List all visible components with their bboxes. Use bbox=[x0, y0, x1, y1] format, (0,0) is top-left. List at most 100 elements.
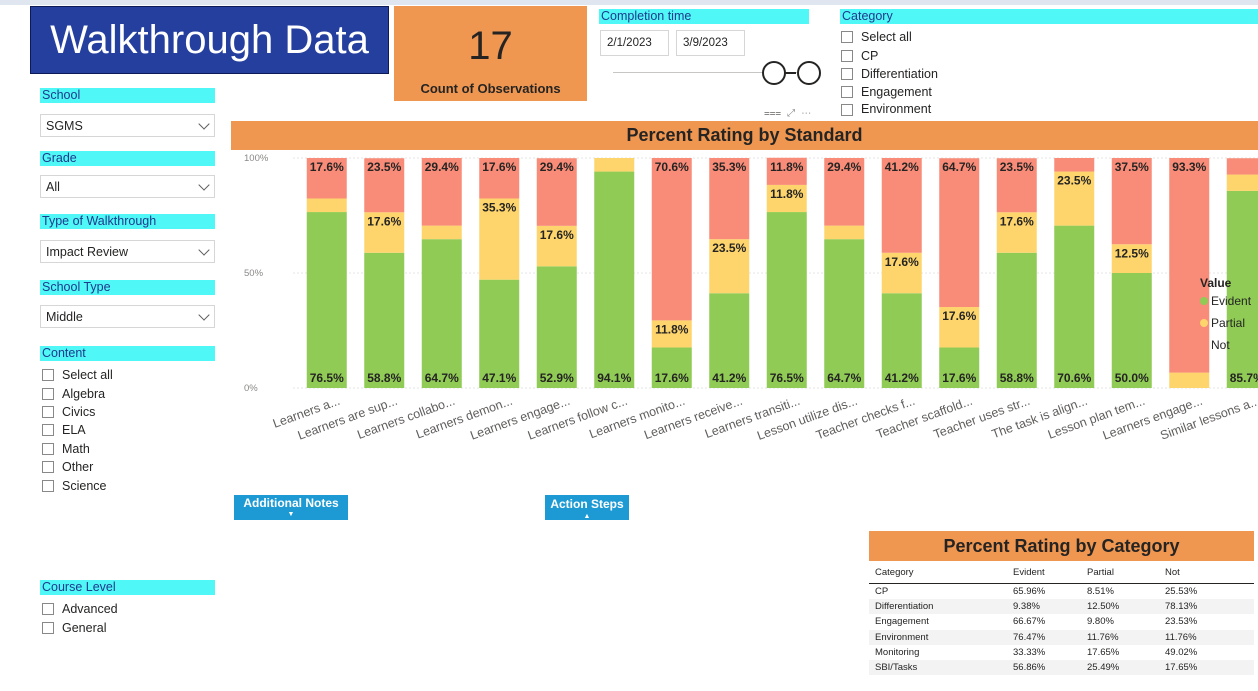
table-cell: 56.86% bbox=[1007, 659, 1081, 676]
school-dropdown[interactable]: SGMS bbox=[40, 114, 215, 137]
course-level-option-advanced[interactable]: Advanced bbox=[42, 600, 212, 618]
legend-title: Value bbox=[1200, 276, 1232, 290]
category-option-engagement[interactable]: Engagement bbox=[841, 83, 1041, 101]
table-cell: 25.53% bbox=[1165, 586, 1198, 598]
y-tick-label: 50% bbox=[244, 268, 264, 279]
more-options-icon[interactable]: ⋯ bbox=[801, 108, 817, 119]
walkthrough-type-dropdown[interactable]: Impact Review bbox=[40, 240, 215, 263]
column-header[interactable]: Category bbox=[869, 561, 1007, 584]
content-option-select-all[interactable]: Select all bbox=[42, 366, 212, 384]
content-option-algebra[interactable]: Algebra bbox=[42, 384, 212, 402]
table-cell: Environment bbox=[869, 629, 1007, 645]
date-range-slider-start-handle[interactable] bbox=[762, 61, 786, 85]
column-header[interactable]: Not bbox=[1159, 561, 1254, 584]
bar-segment-evident bbox=[306, 212, 347, 388]
data-label: 11.8% bbox=[770, 187, 804, 201]
checkbox[interactable] bbox=[841, 49, 853, 62]
data-label: 17.6% bbox=[942, 309, 976, 323]
content-option-science[interactable]: Science bbox=[42, 476, 212, 494]
option-label: Math bbox=[62, 441, 90, 456]
focus-mode-icon[interactable]: ⤢ bbox=[787, 108, 801, 119]
option-label: Differentiation bbox=[861, 66, 938, 81]
checkbox[interactable] bbox=[42, 405, 54, 418]
legend-item-partial[interactable]: Partial bbox=[1200, 312, 1258, 334]
bar-segment-evident bbox=[824, 239, 865, 388]
table-row: Differentiation 9.38% 12.50% 78.13% bbox=[869, 599, 1254, 615]
grade-filter-header: Grade bbox=[40, 151, 215, 166]
grade-dropdown[interactable]: All bbox=[40, 175, 215, 198]
category-filter-label: Category bbox=[842, 9, 893, 23]
checkbox[interactable] bbox=[841, 67, 853, 80]
action-steps-button[interactable]: Action Steps ▲ bbox=[545, 495, 629, 520]
count-value: 17 bbox=[468, 24, 513, 68]
checkbox[interactable] bbox=[42, 603, 54, 616]
content-filter-list: Select all Algebra Civics ELA Math Other… bbox=[42, 366, 212, 495]
legend-item-not[interactable]: Not bbox=[1200, 334, 1258, 356]
data-label: 17.6% bbox=[942, 371, 976, 385]
table-cell: 49.02% bbox=[1165, 646, 1198, 658]
legend-label: Partial bbox=[1211, 316, 1246, 330]
checkbox[interactable] bbox=[841, 86, 853, 99]
checkbox[interactable] bbox=[42, 479, 54, 492]
data-label: 23.5% bbox=[367, 160, 401, 174]
bar-segment-evident bbox=[536, 266, 577, 388]
bar-segment-not bbox=[1054, 158, 1095, 172]
school-type-filter-header: School Type bbox=[40, 280, 215, 295]
checkbox[interactable] bbox=[42, 442, 54, 455]
date-range-slider-end-handle[interactable] bbox=[797, 61, 821, 85]
checkbox[interactable] bbox=[42, 387, 54, 400]
table-cell: Monitoring bbox=[875, 646, 920, 658]
option-label: Environment bbox=[861, 101, 932, 116]
data-label: 17.6% bbox=[310, 160, 344, 174]
checkbox[interactable] bbox=[42, 461, 54, 474]
checkbox[interactable] bbox=[42, 621, 54, 634]
data-label: 41.2% bbox=[885, 160, 919, 174]
course-level-filter-list: Advanced General bbox=[42, 600, 212, 637]
checkbox[interactable] bbox=[841, 103, 853, 116]
additional-notes-button[interactable]: Additional Notes ▼ bbox=[234, 495, 348, 520]
table-cell: 25.49% bbox=[1081, 659, 1159, 676]
visual-header-icons: ⩶⤢⋯ bbox=[764, 108, 817, 119]
chart-legend: Value Evident Partial Not bbox=[1200, 276, 1258, 356]
category-table: Category Evident Partial Not CP 65.96% 8.5… bbox=[869, 561, 1254, 676]
category-option-select-all[interactable]: Select all bbox=[841, 28, 1041, 46]
checkbox[interactable] bbox=[42, 424, 54, 437]
data-label: 23.5% bbox=[1000, 160, 1034, 174]
filter-icon[interactable]: ⩶ bbox=[764, 108, 787, 119]
data-label: 29.4% bbox=[425, 160, 459, 174]
school-type-dropdown[interactable]: Middle bbox=[40, 305, 215, 328]
end-date-input[interactable]: 3/9/2023 bbox=[676, 30, 745, 56]
bar-segment-not bbox=[1226, 158, 1258, 175]
start-date-input[interactable]: 2/1/2023 bbox=[600, 30, 669, 56]
table-cell: Differentiation bbox=[869, 599, 1007, 615]
legend-item-evident[interactable]: Evident bbox=[1200, 290, 1258, 312]
content-option-math[interactable]: Math bbox=[42, 440, 212, 458]
category-option-environment[interactable]: Environment bbox=[841, 102, 1041, 116]
course-level-option-general[interactable]: General bbox=[42, 618, 212, 636]
data-label: 29.4% bbox=[827, 160, 861, 174]
checkbox[interactable] bbox=[841, 31, 853, 44]
content-option-other[interactable]: Other bbox=[42, 458, 212, 476]
table-cell: 17.65% bbox=[1087, 646, 1120, 658]
chart-title: Percent Rating by Standard bbox=[231, 121, 1258, 150]
data-label: 41.2% bbox=[885, 371, 919, 385]
table-cell: 17.65% bbox=[1159, 659, 1254, 676]
table-cell: 76.47% bbox=[1007, 629, 1081, 645]
content-option-ela[interactable]: ELA bbox=[42, 421, 212, 439]
category-option-differentiation[interactable]: Differentiation bbox=[841, 65, 1041, 83]
checkbox[interactable] bbox=[42, 369, 54, 382]
y-tick-label: 0% bbox=[244, 383, 258, 394]
content-option-civics[interactable]: Civics bbox=[42, 403, 212, 421]
table-row: SBI/Tasks 56.86% 25.49% 17.65% bbox=[869, 659, 1254, 676]
content-filter-label: Content bbox=[42, 346, 86, 360]
table-cell: 66.67% bbox=[1013, 616, 1046, 628]
data-label: 17.6% bbox=[482, 160, 516, 174]
category-option-cp[interactable]: CP bbox=[841, 46, 1041, 64]
count-label: Count of Observations bbox=[420, 81, 561, 96]
column-header[interactable]: Partial bbox=[1081, 561, 1159, 584]
table-cell: 23.53% bbox=[1165, 616, 1198, 628]
content-filter-header: Content bbox=[40, 346, 215, 361]
option-label: Advanced bbox=[62, 602, 118, 617]
column-header[interactable]: Evident bbox=[1007, 561, 1081, 584]
bar-segment-partial bbox=[421, 225, 462, 240]
